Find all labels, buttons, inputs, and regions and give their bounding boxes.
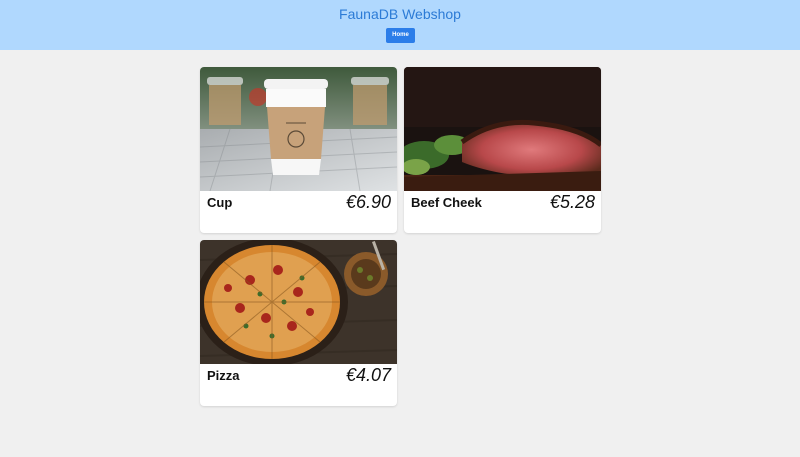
product-price: €5.28: [549, 192, 595, 212]
product-card-cup[interactable]: Cup €6.90: [200, 67, 397, 233]
site-header: FaunaDB Webshop Home: [0, 0, 800, 50]
site-title: FaunaDB Webshop: [339, 6, 461, 22]
product-price: €6.90: [345, 192, 391, 212]
product-name: Cup: [207, 195, 233, 210]
pizza-image: [200, 240, 397, 364]
beef-steak-image: [404, 67, 601, 191]
product-card-pizza[interactable]: Pizza €4.07: [200, 240, 397, 406]
product-name: Beef Cheek: [411, 195, 482, 210]
home-button[interactable]: Home: [386, 28, 415, 43]
product-card-beef-cheek[interactable]: Beef Cheek €5.28: [404, 67, 601, 233]
product-price: €4.07: [345, 365, 391, 385]
coffee-cup-image: [200, 67, 397, 191]
product-name: Pizza: [207, 368, 240, 383]
